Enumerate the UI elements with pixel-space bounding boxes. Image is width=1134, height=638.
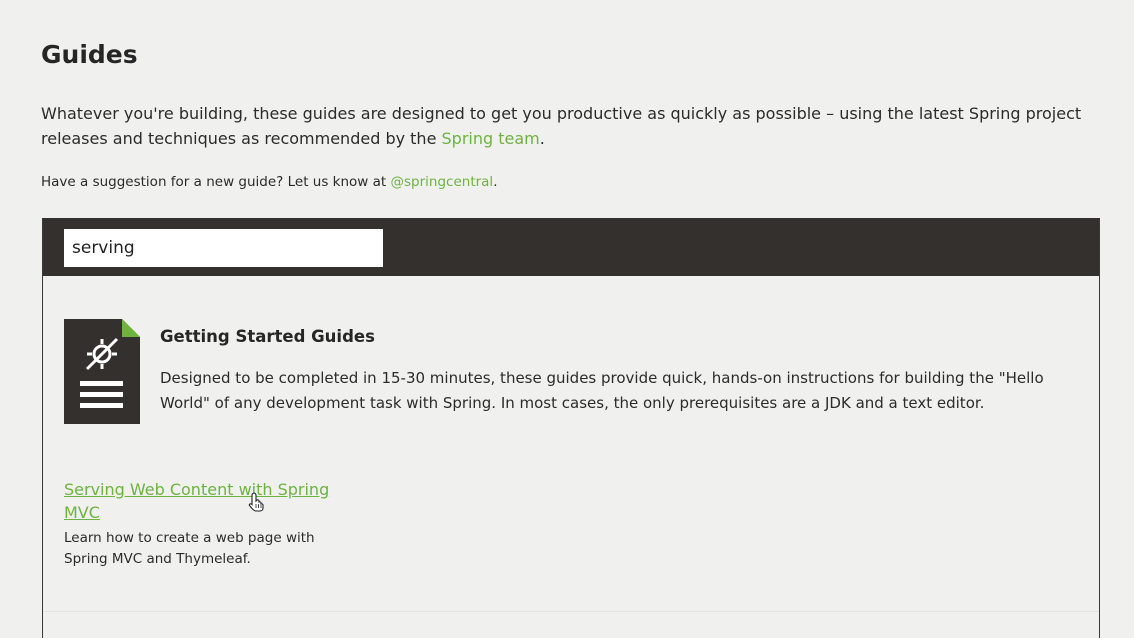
- search-input[interactable]: [64, 229, 383, 267]
- suggestion-text-end: .: [493, 174, 498, 190]
- section-description: Designed to be completed in 15-30 minute…: [160, 369, 1044, 412]
- spring-team-link[interactable]: Spring team: [442, 129, 540, 148]
- guide-link-serving-web-content[interactable]: Serving Web Content with Spring MVC: [64, 478, 344, 524]
- intro-text-start: Whatever you're building, these guides a…: [41, 104, 1082, 148]
- guide-description: Learn how to create a web page with Spri…: [64, 530, 315, 567]
- hand-cursor-icon: [248, 492, 264, 512]
- suggestion-text-start: Have a suggestion for a new guide? Let u…: [41, 174, 391, 190]
- intro-text-end: .: [539, 129, 545, 148]
- row-divider: [43, 611, 1099, 612]
- section-title: Getting Started Guides: [160, 327, 375, 346]
- guide-document-icon: [64, 319, 140, 424]
- page-title: Guides: [41, 40, 138, 69]
- springcentral-link[interactable]: @springcentral: [391, 174, 494, 190]
- search-bar: [43, 218, 1099, 276]
- intro-text: Whatever you're building, these guides a…: [41, 101, 1101, 151]
- suggestion-text: Have a suggestion for a new guide? Let u…: [41, 174, 497, 190]
- guides-panel: Getting Started Guides Designed to be co…: [42, 218, 1100, 638]
